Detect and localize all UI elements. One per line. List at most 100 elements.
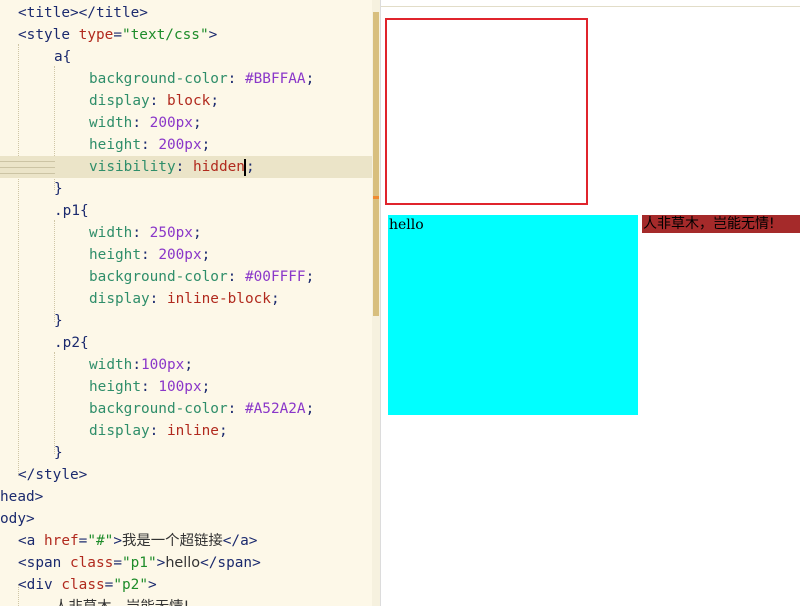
- code-line[interactable]: background-color: #A52A2A;: [0, 398, 372, 420]
- preview-top-border: [381, 6, 800, 7]
- code-line[interactable]: background-color: #00FFFF;: [0, 266, 372, 288]
- code-token: :: [227, 71, 245, 87]
- editor-window: <title></title> <style type="text/css"> …: [0, 0, 800, 606]
- code-token: }: [54, 445, 63, 461]
- code-token: width: [89, 225, 133, 241]
- code-line[interactable]: height: 100px;: [0, 376, 372, 398]
- code-token: width: [89, 115, 133, 131]
- code-token: background-color: [89, 401, 228, 417]
- code-token: 人非草木，岂能无情!: [54, 599, 189, 606]
- code-token: href: [44, 533, 79, 549]
- code-token: </span>: [200, 555, 261, 571]
- code-token: class: [69, 555, 114, 571]
- code-line[interactable]: <title></title>: [0, 2, 372, 24]
- code-line[interactable]: width: 250px;: [0, 222, 372, 244]
- code-token: #A52A2A: [244, 401, 306, 417]
- code-line[interactable]: background-color: #BBFFAA;: [0, 68, 372, 90]
- code-token: a{: [54, 49, 72, 65]
- code-line[interactable]: }: [0, 178, 372, 200]
- code-token: :: [132, 357, 141, 373]
- code-token: :: [149, 291, 167, 307]
- code-editor[interactable]: <title></title> <style type="text/css"> …: [0, 0, 372, 606]
- code-token: ;: [305, 269, 315, 285]
- code-line[interactable]: head>: [0, 486, 372, 508]
- code-token: ;: [201, 137, 211, 153]
- code-token: =: [113, 555, 122, 571]
- code-line[interactable]: <a href="#">我是一个超链接</a>: [0, 530, 372, 552]
- code-token: inline-block: [166, 291, 271, 307]
- code-token: >: [156, 555, 166, 571]
- code-line[interactable]: </style>: [0, 464, 372, 486]
- code-token: <title></title>: [18, 5, 148, 21]
- code-token: ;: [184, 357, 193, 373]
- code-token: :: [175, 159, 193, 175]
- code-token: #BBFFAA: [244, 71, 306, 87]
- code-line[interactable]: display: inline;: [0, 420, 372, 442]
- code-line[interactable]: ody>: [0, 508, 372, 530]
- code-token: <a: [18, 533, 44, 549]
- code-token: 200px: [149, 115, 193, 131]
- span-p1-text: hello: [389, 217, 424, 233]
- div-p2-box: 人非草木，岂能无情!: [642, 215, 800, 233]
- code-line[interactable]: <div class="p2">: [0, 574, 372, 596]
- div-p2-text: 人非草木，岂能无情!: [643, 216, 775, 232]
- code-token: display: [89, 423, 150, 439]
- code-token: 我是一个超链接: [122, 533, 223, 549]
- code-line[interactable]: <span class="p1">hello</span>: [0, 552, 372, 574]
- code-line[interactable]: }: [0, 310, 372, 332]
- code-token: ;: [270, 291, 280, 307]
- code-token: .p2{: [54, 335, 89, 351]
- code-line[interactable]: height: 200px;: [0, 134, 372, 156]
- code-token: :: [149, 93, 167, 109]
- code-token: ;: [201, 379, 211, 395]
- code-token: #00FFFF: [244, 269, 306, 285]
- code-line[interactable]: display: inline-block;: [0, 288, 372, 310]
- code-token: hidden: [192, 159, 245, 175]
- code-line[interactable]: .p2{: [0, 332, 372, 354]
- code-token: "text/css": [121, 27, 209, 43]
- code-token: ody>: [0, 511, 35, 527]
- code-token: }: [54, 313, 63, 329]
- code-token: </a>: [222, 533, 258, 549]
- code-token: :: [140, 137, 159, 153]
- current-code-line[interactable]: visibility: hidden;: [0, 156, 372, 178]
- code-token: 100px: [141, 357, 185, 373]
- code-token: :: [132, 225, 150, 241]
- code-line[interactable]: width: 200px;: [0, 112, 372, 134]
- code-token: ;: [218, 423, 228, 439]
- code-token: ;: [245, 159, 255, 175]
- code-token: block: [166, 93, 211, 109]
- code-token: "p2": [113, 577, 148, 593]
- preview-pane: hello 人非草木，岂能无情!: [381, 0, 800, 606]
- code-line[interactable]: height: 200px;: [0, 244, 372, 266]
- editor-scrollbar-thumb[interactable]: [373, 12, 379, 316]
- hidden-link-highlight[interactable]: [385, 18, 588, 205]
- code-token: head>: [0, 489, 44, 505]
- code-token: width: [89, 357, 133, 373]
- code-token: :: [227, 269, 245, 285]
- code-token: display: [89, 93, 150, 109]
- code-token: :: [132, 115, 150, 131]
- code-line[interactable]: width:100px;: [0, 354, 372, 376]
- code-token: ;: [305, 401, 315, 417]
- code-line[interactable]: 人非草木，岂能无情!: [0, 596, 372, 606]
- scrollbar-cursor-marker: [373, 196, 379, 199]
- code-token: type: [78, 27, 114, 43]
- code-line[interactable]: display: block;: [0, 90, 372, 112]
- code-token: :: [140, 379, 159, 395]
- code-token: ;: [192, 115, 202, 131]
- code-token: ;: [210, 93, 219, 109]
- code-line[interactable]: }: [0, 442, 372, 464]
- code-token: background-color: [89, 269, 228, 285]
- code-line[interactable]: .p1{: [0, 200, 372, 222]
- code-token: >: [147, 577, 157, 593]
- code-token: 250px: [149, 225, 193, 241]
- code-token: hello: [165, 555, 201, 571]
- code-token: .p1{: [54, 203, 89, 219]
- code-token: class: [61, 577, 105, 593]
- code-token: height: [89, 247, 141, 263]
- code-line[interactable]: <style type="text/css">: [0, 24, 372, 46]
- code-token: >: [113, 533, 122, 549]
- code-token: display: [89, 291, 150, 307]
- code-line[interactable]: a{: [0, 46, 372, 68]
